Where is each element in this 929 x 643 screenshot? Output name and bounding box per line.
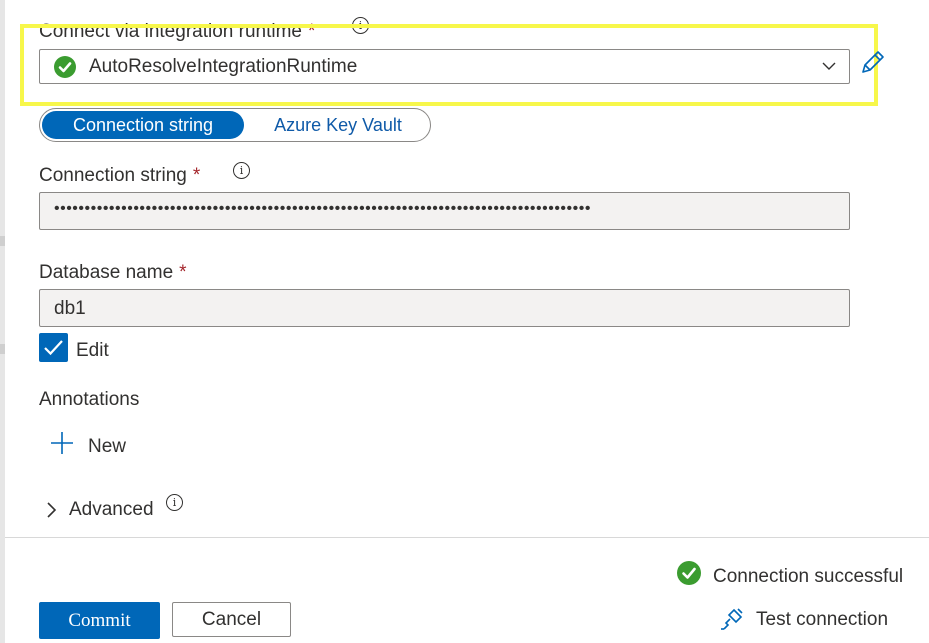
integration-runtime-dropdown[interactable]: AutoResolveIntegrationRuntime xyxy=(39,49,850,84)
check-circle-icon xyxy=(677,561,701,585)
connection-string-value: ••••••••••••••••••••••••••••••••••••••••… xyxy=(54,200,591,217)
check-circle-icon xyxy=(54,56,76,78)
edge-notch xyxy=(0,344,5,354)
edit-checkbox-label[interactable]: Edit xyxy=(76,340,109,362)
left-panel-edge xyxy=(0,0,5,643)
connection-string-label: Connection string * xyxy=(39,165,200,187)
cancel-button[interactable]: Cancel xyxy=(172,602,291,637)
database-name-label: Database name * xyxy=(39,262,187,284)
footer-divider xyxy=(5,537,929,538)
advanced-toggle[interactable]: Advanced xyxy=(69,499,154,521)
connection-string-input[interactable]: ••••••••••••••••••••••••••••••••••••••••… xyxy=(39,192,850,230)
toggle-option-azure-key-vault[interactable]: Azure Key Vault xyxy=(252,111,424,139)
required-mark: * xyxy=(192,165,201,186)
required-mark: * xyxy=(179,262,187,283)
chevron-down-icon xyxy=(821,58,837,79)
database-name-input[interactable]: db1 xyxy=(39,289,850,327)
connection-string-label-text: Connection string xyxy=(39,165,187,186)
commit-button[interactable]: Commit xyxy=(39,602,160,639)
integration-runtime-value: AutoResolveIntegrationRuntime xyxy=(89,56,358,77)
connection-status-text: Connection successful xyxy=(713,566,904,587)
info-icon[interactable]: i xyxy=(233,162,250,179)
auth-method-toggle: Connection string Azure Key Vault xyxy=(39,108,431,142)
database-name-value: db1 xyxy=(54,298,86,319)
edit-checkbox[interactable] xyxy=(39,333,68,362)
test-connection-button[interactable]: Test connection xyxy=(756,609,888,631)
toggle-option-connection-string[interactable]: Connection string xyxy=(42,111,244,139)
annotations-heading: Annotations xyxy=(39,389,140,410)
plug-icon xyxy=(718,605,746,633)
edge-notch xyxy=(0,236,5,246)
database-name-label-text: Database name xyxy=(39,262,174,283)
info-icon[interactable]: i xyxy=(166,494,183,511)
plus-icon[interactable] xyxy=(50,431,74,455)
new-annotation-button[interactable]: New xyxy=(88,436,126,458)
pencil-icon[interactable] xyxy=(858,47,888,77)
chevron-right-icon[interactable] xyxy=(44,501,60,519)
checkmark-icon xyxy=(44,340,63,356)
